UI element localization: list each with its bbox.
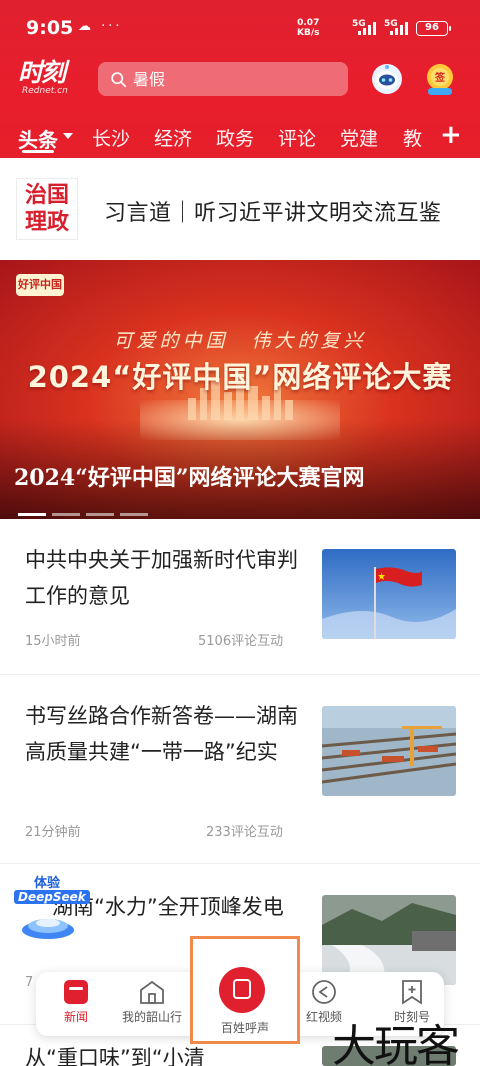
news-time: 7: [25, 975, 34, 990]
tab-education[interactable]: 教: [403, 124, 422, 151]
bookmark-plus-icon: [402, 980, 422, 1005]
banner-slogan: 可爱的中国 伟大的复兴: [113, 330, 367, 352]
tab-headline[interactable]: 头条: [18, 124, 58, 153]
banner-caption: 2024“好评中国”网络评论大赛官网: [14, 465, 365, 491]
news-thumbnail[interactable]: [322, 549, 456, 639]
deepseek-label: 体验: [34, 876, 61, 891]
nav-news[interactable]: 新闻: [36, 972, 116, 1036]
signin-badge-icon[interactable]: 签: [424, 62, 456, 96]
carousel-dot: [86, 513, 114, 516]
news-time: 15小时前: [25, 634, 81, 649]
search-icon: [111, 71, 127, 87]
news-thumbnail[interactable]: [322, 706, 456, 796]
tab-party[interactable]: 党建: [340, 124, 378, 151]
carousel-dot: [52, 513, 80, 516]
deepseek-platform-icon: [22, 919, 74, 939]
search-bar[interactable]: [98, 62, 348, 96]
house-icon: [140, 980, 164, 1004]
news-item[interactable]: 书写丝路合作新答卷——湖南高质量共建“一带一路”纪实 21分钟前 233评论互动: [0, 676, 480, 864]
news-comments: 233评论互动: [206, 825, 283, 840]
nav-public-voice[interactable]: 百姓呼声: [190, 936, 300, 1044]
signal-bars-icon: [390, 22, 412, 35]
video-play-icon: [312, 980, 336, 1004]
governance-badge: 治国 理政: [16, 178, 78, 240]
assistant-robot-icon[interactable]: [370, 62, 404, 96]
news-comments: 5106评论互动: [198, 634, 284, 649]
banner-logo: 好评中国: [16, 274, 64, 296]
battery-icon: 96: [416, 21, 451, 36]
deepseek-brand: DeepSeek: [14, 890, 90, 904]
news-icon: [64, 980, 88, 1004]
carousel-indicator: [18, 501, 154, 516]
deepseek-float-button[interactable]: 体验 DeepSeek: [14, 870, 90, 942]
news-title[interactable]: 书写丝路合作新答卷——湖南高质量共建“一带一路”纪实: [25, 698, 307, 770]
message-icon: [219, 967, 265, 1013]
status-time: 9:05: [26, 17, 74, 39]
notification-icons: ☁ ···: [78, 19, 123, 34]
news-title[interactable]: 湖南“水力”全开顶峰发电: [52, 889, 334, 925]
app-logo: 时刻 Rednet.cn: [18, 58, 68, 97]
carousel-dot: [120, 513, 148, 516]
tab-government[interactable]: 政务: [216, 124, 254, 151]
nav-public-voice-label: 百姓呼声: [220, 1021, 269, 1035]
news-time: 21分钟前: [25, 825, 81, 840]
promo-banner[interactable]: 好评中国 可爱的中国 伟大的复兴 2024“好评中国”网络评论大赛 2024“好…: [0, 260, 480, 519]
signal-bars-icon: [358, 22, 380, 35]
watermark: 大玩客: [332, 1021, 460, 1066]
net-speed: 0.07 KB/s: [297, 18, 320, 38]
tab-changsha[interactable]: 长沙: [92, 124, 130, 151]
nav-shaoshan[interactable]: 我的韶山行: [112, 972, 192, 1036]
status-bar: 9:05 ☁ ··· 0.07 KB/s 5G 5G 96: [0, 0, 480, 46]
tab-economy[interactable]: 经济: [154, 124, 192, 151]
app-header: 9:05 ☁ ··· 0.07 KB/s 5G 5G 96 时刻 Rednet.…: [0, 0, 480, 158]
news-title[interactable]: 中共中央关于加强新时代审判工作的意见: [25, 542, 307, 614]
svg-text:签: 签: [434, 71, 446, 84]
search-input[interactable]: [133, 69, 333, 89]
feature-title[interactable]: 习言道｜听习近平讲文明交流互鉴: [104, 195, 442, 227]
active-tab-indicator: [22, 150, 54, 153]
news-item[interactable]: 中共中央关于加强新时代审判工作的意见 15小时前 5106评论互动: [0, 520, 480, 675]
chevron-down-icon[interactable]: [63, 133, 73, 139]
banner-headline: 2024“好评中国”网络评论大赛: [27, 360, 453, 394]
carousel-dot: [18, 513, 46, 516]
add-channel-icon[interactable]: +: [440, 120, 462, 150]
tab-commentary[interactable]: 评论: [278, 124, 316, 151]
